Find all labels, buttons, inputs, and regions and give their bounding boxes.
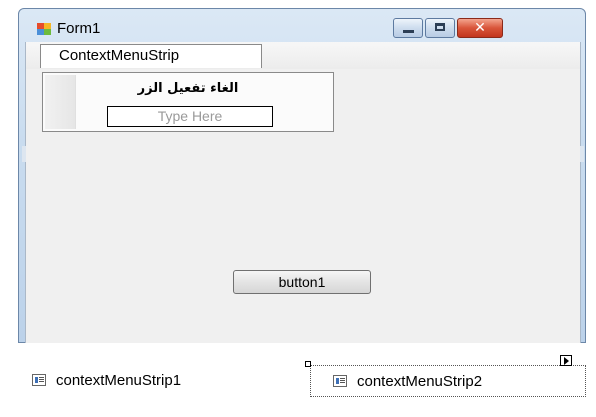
smart-tag-icon[interactable] (560, 355, 572, 366)
minimize-button[interactable] (393, 18, 423, 38)
type-here-input[interactable]: Type Here (107, 106, 273, 127)
selection-handle[interactable] (305, 361, 311, 367)
tray-item-label: contextMenuStrip1 (56, 372, 182, 389)
form-right-edge (580, 146, 584, 162)
context-menu-icon (32, 374, 46, 387)
button1[interactable]: button1 (233, 270, 371, 294)
window-title: Form1 (57, 20, 101, 37)
title-bar[interactable]: Form1 ✕ (19, 9, 585, 41)
form-client-area[interactable]: ContextMenuStrip الغاء تفعيل الزر Type H… (22, 42, 584, 343)
close-button[interactable]: ✕ (457, 18, 503, 38)
menu-image-margin (45, 75, 76, 129)
context-menu-dropdown: الغاء تفعيل الزر Type Here (42, 72, 334, 132)
form-icon (37, 23, 51, 35)
minimize-icon (403, 30, 414, 33)
maximize-button[interactable] (425, 18, 455, 38)
tray-item-label: contextMenuStrip2 (357, 373, 483, 390)
context-menu-icon (333, 375, 347, 388)
maximize-icon (435, 23, 445, 31)
close-icon: ✕ (474, 20, 486, 36)
tray-item-contextmenustrip2[interactable]: contextMenuStrip2 (310, 365, 586, 397)
context-menu-strip-tab[interactable]: ContextMenuStrip (40, 44, 262, 68)
menu-item-disable-button[interactable]: الغاء تفعيل الزر (83, 81, 293, 96)
form-left-edge (22, 146, 26, 162)
component-tray: contextMenuStrip1 contextMenuStrip2 (0, 343, 596, 417)
tray-item-contextmenustrip1[interactable]: contextMenuStrip1 (32, 365, 181, 397)
